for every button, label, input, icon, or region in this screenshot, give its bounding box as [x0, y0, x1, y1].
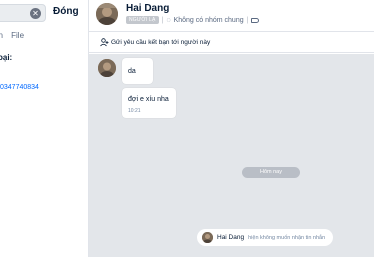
- search-result-phone[interactable]: 0347740834: [0, 84, 39, 91]
- message-time: 10:21: [128, 108, 141, 114]
- blocked-notice: Hai Dang hiện không muốn nhận tin nhắn: [197, 229, 334, 246]
- message-text: đợi e xíu nha: [128, 96, 169, 103]
- stranger-badge: NGƯỜI LẠ: [126, 16, 159, 24]
- notice-name: Hai Dang: [217, 234, 245, 241]
- notice-text: hiện không muốn nhận tin nhắn: [248, 234, 326, 241]
- tab-messages[interactable]: ần: [0, 31, 3, 40]
- message-bubble[interactable]: da: [122, 58, 153, 84]
- clear-search-icon[interactable]: ✕: [30, 8, 41, 19]
- contact-name[interactable]: Hai Dang: [126, 3, 169, 14]
- sender-avatar[interactable]: [98, 59, 116, 77]
- chat-messages-area: da đợi e xíu nha 10:21 Hôm nay Hai Dang …: [89, 54, 374, 257]
- notice-avatar: [202, 232, 213, 243]
- day-separator: Hôm nay: [242, 167, 300, 178]
- search-input[interactable]: ✕: [0, 4, 46, 22]
- friend-request-bar[interactable]: Gửi yêu cầu kết bạn tới người này: [89, 33, 374, 53]
- add-friend-icon: [100, 38, 109, 49]
- search-tabs: ần File: [0, 31, 30, 40]
- divider: |: [161, 16, 164, 24]
- close-search-button[interactable]: Đóng: [53, 6, 79, 17]
- tab-files[interactable]: File: [11, 31, 24, 40]
- chat-header: Hai Dang NGƯỜI LẠ | ◌ Không có nhóm chun…: [89, 0, 374, 32]
- divider: |: [246, 16, 249, 24]
- tag-icon[interactable]: [251, 17, 260, 23]
- message-text: da: [128, 68, 136, 75]
- left-panel: ✕ Đóng ần File oại: 0347740834: [0, 0, 89, 257]
- message-bubble[interactable]: đợi e xíu nha 10:21: [122, 88, 176, 118]
- result-category-label: oại:: [0, 53, 13, 62]
- group-icon: ◌: [166, 16, 171, 24]
- contact-avatar[interactable]: [96, 3, 118, 25]
- common-groups-text[interactable]: Không có nhóm chung: [174, 17, 244, 24]
- contact-subtitle: NGƯỜI LẠ | ◌ Không có nhóm chung |: [126, 16, 260, 24]
- friend-request-text[interactable]: Gửi yêu cầu kết bạn tới người này: [111, 39, 210, 46]
